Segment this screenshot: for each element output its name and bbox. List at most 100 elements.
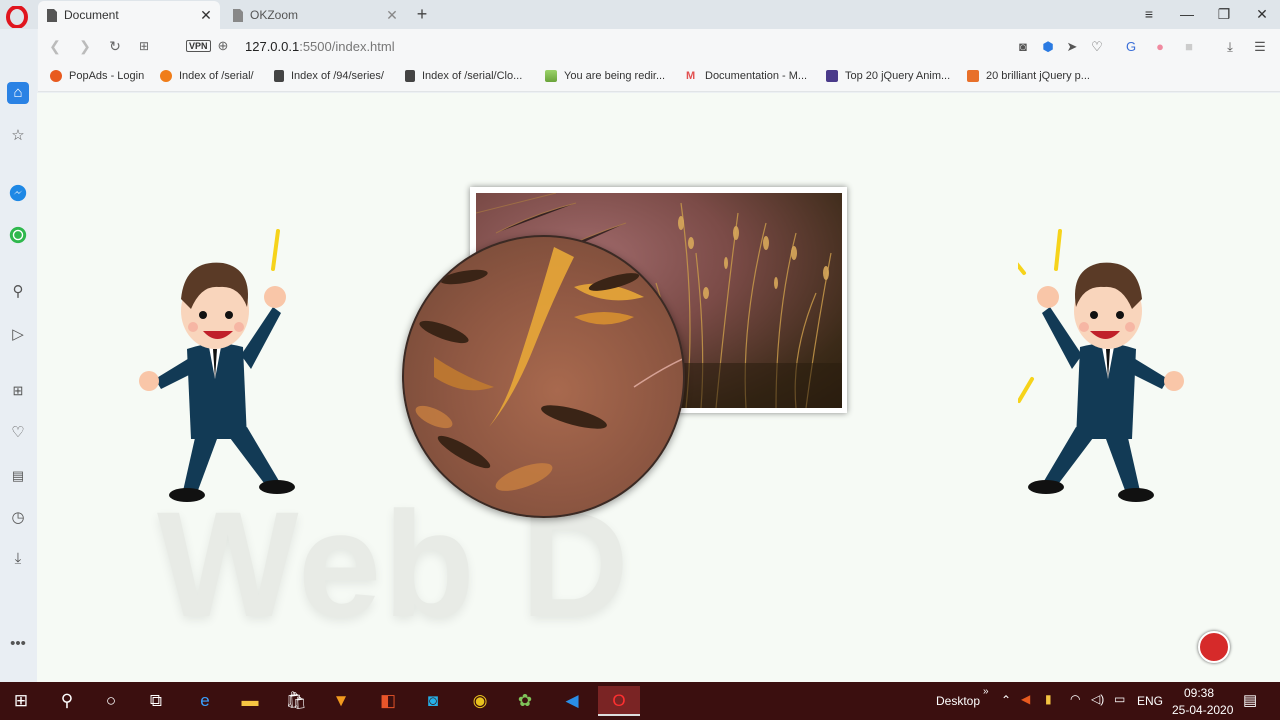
zoom-lens[interactable]	[402, 235, 685, 518]
forward-icon[interactable]: ❯	[76, 37, 94, 55]
send-icon[interactable]: ➤	[1062, 37, 1082, 57]
desktop-toolbar-label[interactable]: Desktop	[936, 694, 980, 708]
office-icon[interactable]: ◧	[373, 686, 403, 716]
extension-icon[interactable]: ■	[1179, 37, 1199, 57]
bookmark-label: 20 brilliant jQuery p...	[986, 70, 1090, 82]
heart-icon[interactable]: ♡	[1087, 37, 1107, 57]
camera-tray-icon[interactable]: ▮	[1045, 692, 1052, 706]
document-icon	[233, 8, 243, 22]
language-indicator[interactable]: ENG	[1137, 694, 1163, 708]
site-icon	[967, 70, 979, 82]
close-window-button[interactable]: ✕	[1247, 4, 1277, 24]
chrome-icon[interactable]: ◉	[465, 686, 495, 716]
close-tab-icon[interactable]: ✕	[384, 7, 400, 23]
url-field[interactable]: 127.0.0.1:5500/index.html	[245, 39, 395, 54]
bookmark-label: You are being redir...	[564, 70, 666, 82]
easy-setup-icon[interactable]: ☰	[1250, 37, 1270, 57]
task-view-icon[interactable]: ⧉	[141, 686, 171, 716]
opera-logo-icon[interactable]	[6, 6, 28, 28]
sidebar: ⌂ ☆ ⚲ ▷ ⊞ ♡ ▤ ◷ ⤓ •••	[0, 29, 37, 682]
bookmarks-bar: PopAds - Login Index of /serial/ Index o…	[38, 64, 1280, 92]
camera-icon[interactable]: ◙	[1013, 37, 1033, 57]
app-icon[interactable]: ✿	[510, 686, 540, 716]
landscape-icon	[545, 70, 557, 82]
clock-date[interactable]: 25-04-2020	[1172, 703, 1233, 717]
url-path: :5500/index.html	[299, 39, 395, 54]
bookmark-label: Index of /serial/	[179, 70, 254, 82]
bookmark-item[interactable]: M Documentation - M...	[686, 70, 807, 82]
home-icon[interactable]: ⌂	[7, 82, 29, 104]
web-page: Web D	[37, 93, 1280, 682]
bookmark-item[interactable]: 20 brilliant jQuery p...	[967, 70, 1090, 82]
site-icon	[826, 70, 838, 82]
address-toolbar: ❮ ❯ ↻ ⊞ VPN ⊕ 127.0.0.1:5500/index.html …	[38, 29, 1280, 64]
vscode-icon[interactable]: ◀	[557, 686, 587, 716]
heart-icon[interactable]: ♡	[7, 422, 29, 444]
whatsapp-icon[interactable]	[7, 224, 29, 246]
windows-taskbar: ⊞ ⚲ ○ ⧉ e ▬ 🛍 ▼ ◧ ◙ ◉ ✿ ◀ O Desktop » ⌃ …	[0, 682, 1280, 720]
camera-app-icon[interactable]: ◙	[418, 686, 448, 716]
extension-icon[interactable]: ●	[1150, 37, 1170, 57]
reload-icon[interactable]: ↻	[106, 37, 124, 55]
toolbar-expand-icon[interactable]: »	[983, 686, 989, 697]
restore-button[interactable]: ❐	[1209, 4, 1239, 24]
edge-icon[interactable]: e	[190, 686, 220, 716]
download-icon[interactable]: ⤓	[1220, 37, 1240, 57]
show-hidden-icons[interactable]: ⌃	[1001, 693, 1011, 707]
bookmark-item[interactable]: Top 20 jQuery Anim...	[826, 70, 950, 82]
bookmark-item[interactable]: PopAds - Login	[50, 70, 144, 82]
vlc-icon[interactable]: ▼	[326, 686, 356, 716]
app-tray-icon[interactable]: ◀	[1021, 692, 1030, 706]
document-icon	[47, 8, 57, 22]
send-icon[interactable]: ▷	[7, 324, 29, 346]
file-explorer-icon[interactable]: ▬	[235, 686, 265, 716]
news-icon[interactable]: ▤	[7, 465, 29, 487]
tab-strip: Document ✕ OKZoom ✕ + ≡ — ❐ ✕	[0, 0, 1280, 29]
opera-taskbar-icon[interactable]: O	[598, 686, 640, 716]
tab-menu-icon[interactable]: ≡	[1134, 4, 1164, 24]
tab-okzoom[interactable]: OKZoom ✕	[224, 1, 406, 29]
extensions-icon[interactable]: ⊞	[7, 380, 29, 402]
popads-icon	[50, 70, 62, 82]
more-icon[interactable]: •••	[7, 633, 29, 655]
volume-icon[interactable]: ◁)	[1091, 692, 1104, 706]
vpn-badge[interactable]: VPN	[186, 40, 211, 52]
bookmark-item[interactable]: You are being redir...	[545, 70, 665, 82]
translate-icon[interactable]: G	[1121, 37, 1141, 57]
search-icon[interactable]: ⚲	[7, 281, 29, 303]
m-icon: M	[686, 70, 696, 82]
wifi-icon[interactable]: ◠	[1070, 692, 1080, 706]
downloads-icon[interactable]: ⤓	[7, 548, 29, 570]
store-icon[interactable]: 🛍	[281, 686, 311, 716]
battery-icon[interactable]: ▭	[1114, 692, 1125, 706]
bookmark-label: Top 20 jQuery Anim...	[845, 70, 951, 82]
windows-start-icon[interactable]: ⊞	[6, 686, 36, 716]
history-icon[interactable]: ◷	[7, 507, 29, 529]
happy-businessman-illustration	[139, 229, 295, 502]
tab-label: Document	[64, 8, 119, 22]
bookmark-label: Index of /94/series/	[291, 70, 384, 82]
minimize-button[interactable]: —	[1172, 4, 1202, 24]
bookmark-item[interactable]: Index of /94/series/	[274, 70, 384, 82]
back-icon[interactable]: ❮	[46, 37, 64, 55]
bookmark-item[interactable]: Index of /serial/	[160, 70, 254, 82]
happy-businessman-illustration	[1018, 229, 1184, 502]
star-icon[interactable]: ☆	[7, 125, 29, 147]
tab-document[interactable]: Document ✕	[38, 1, 220, 29]
cortana-icon[interactable]: ○	[96, 686, 126, 716]
shield-icon[interactable]: ⬢	[1038, 37, 1058, 57]
channel-logo	[1198, 631, 1230, 663]
bookmark-label: Index of /serial/Clo...	[422, 70, 523, 82]
tab-label: OKZoom	[250, 8, 299, 22]
globe-icon[interactable]: ⊕	[214, 37, 232, 55]
clock-time[interactable]: 09:38	[1184, 686, 1214, 700]
new-tab-button[interactable]: +	[412, 4, 432, 25]
document-icon	[274, 70, 284, 82]
bookmark-item[interactable]: Index of /serial/Clo...	[405, 70, 522, 82]
notifications-icon[interactable]: ▤	[1243, 691, 1257, 709]
search-icon[interactable]: ⚲	[52, 686, 82, 716]
speed-dial-icon[interactable]: ⊞	[135, 37, 153, 55]
chart-icon	[160, 70, 172, 82]
messenger-icon[interactable]	[7, 182, 29, 204]
close-tab-icon[interactable]: ✕	[198, 7, 214, 23]
